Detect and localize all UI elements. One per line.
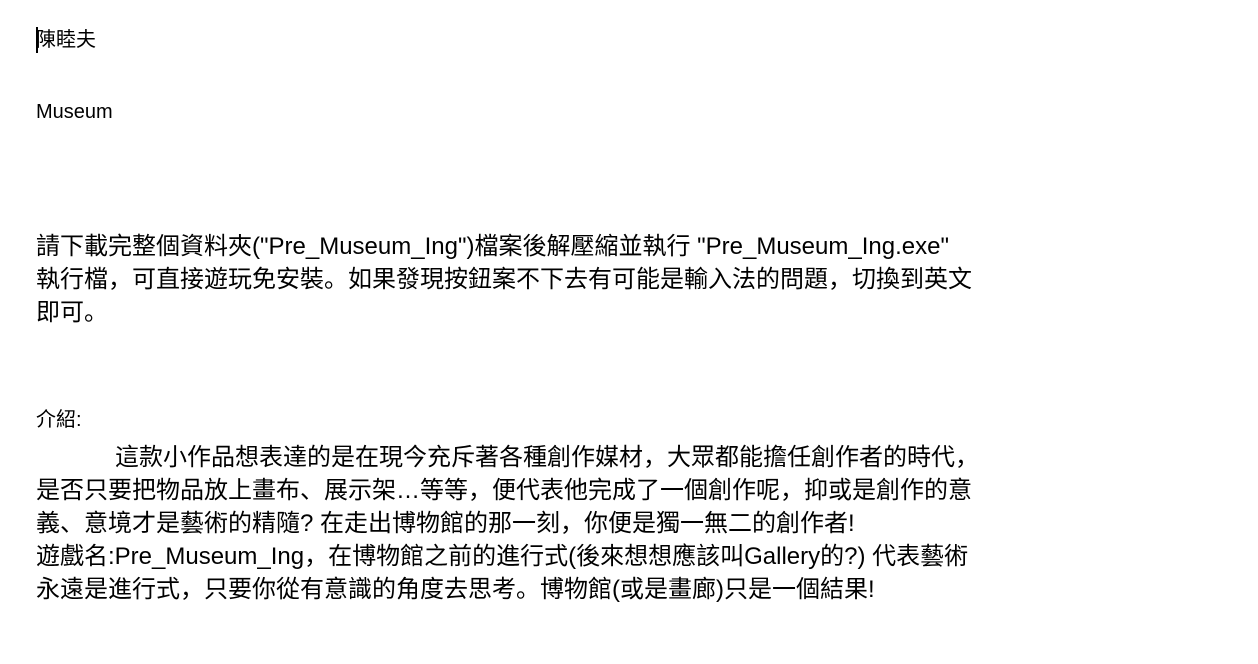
instructions-line: 執行檔，可直接遊玩免安裝。如果發現按鈕案不下去有可能是輸入法的問題，切換到英文	[36, 266, 972, 293]
document-title: Museum	[36, 101, 113, 123]
intro-line: 永遠是進行式，只要你從有意識的角度去思考。博物館(或是畫廊)只是一個結果!	[36, 576, 875, 603]
intro-line: 是否只要把物品放上畫布、展示架…等等，便代表他完成了一個創作呢，抑或是創作的意	[36, 477, 972, 504]
intro-line: 遊戲名:Pre_Museum_Ing，在博物館之前的進行式(後來想想應該叫Gal…	[36, 543, 969, 570]
author-name: 陳睦夫	[36, 29, 96, 51]
instructions-paragraph: 請下載完整個資料夾("Pre_Museum_Ing")檔案後解壓縮並執行 "Pr…	[36, 230, 1226, 329]
instructions-line: 請下載完整個資料夾("Pre_Museum_Ing")檔案後解壓縮並執行 "Pr…	[36, 233, 949, 260]
intro-line: 這款小作品想表達的是在現今充斥著各種創作媒材，大眾都能擔任創作者的時代，	[115, 444, 979, 471]
intro-paragraph: 這款小作品想表達的是在現今充斥著各種創作媒材，大眾都能擔任創作者的時代， 是否只…	[36, 441, 1226, 606]
intro-line: 義、意境才是藝術的精隨? 在走出博物館的那一刻，你便是獨一無二的創作者!	[36, 510, 855, 537]
instructions-line: 即可。	[36, 299, 108, 326]
intro-heading: 介紹:	[36, 409, 82, 431]
